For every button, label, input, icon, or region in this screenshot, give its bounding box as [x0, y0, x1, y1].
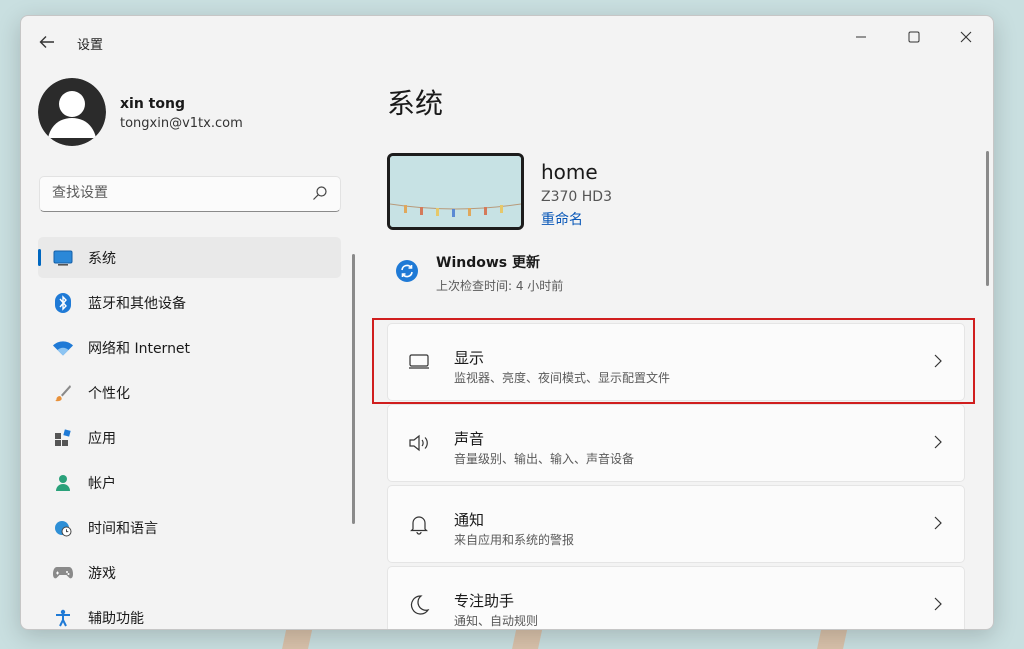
sidebar-item-apps[interactable]: 应用 [38, 417, 341, 458]
sidebar-item-network[interactable]: 网络和 Internet [38, 327, 341, 368]
sidebar-item-system[interactable]: 系统 [38, 237, 341, 278]
device-name: home [541, 160, 598, 184]
user-email: tongxin@v1tx.com [120, 116, 243, 131]
card-title: 专注助手 [454, 592, 515, 610]
bluetooth-icon [53, 292, 73, 313]
system-display-icon [53, 248, 73, 268]
maximize-button[interactable] [899, 22, 929, 52]
wallpaper-preview-image [390, 156, 521, 227]
settings-card-sound[interactable]: 声音 音量级别、输出、输入、声音设备 [387, 404, 965, 482]
settings-window: 设置 xin tong tongxin@v1tx.com 查找设置 系统 蓝牙和… [20, 15, 994, 630]
settings-card-display[interactable]: 显示 监视器、亮度、夜间模式、显示配置文件 [387, 323, 965, 401]
minimize-icon [856, 36, 866, 38]
windows-update-icon[interactable] [396, 260, 418, 282]
sidebar-nav: 系统 蓝牙和其他设备 网络和 Internet 个性化 应用 帐户 时间和语言 … [38, 237, 341, 629]
sidebar-scrollbar[interactable] [352, 254, 355, 524]
sidebar-item-accounts[interactable]: 帐户 [38, 462, 341, 503]
sidebar-item-label: 游戏 [88, 565, 116, 582]
sidebar-item-label: 时间和语言 [88, 520, 158, 537]
sidebar-item-label: 蓝牙和其他设备 [88, 295, 186, 312]
accessibility-icon [53, 608, 73, 628]
globe-clock-icon [53, 518, 73, 538]
account-icon [53, 473, 73, 493]
speaker-icon [409, 434, 428, 452]
sidebar-item-label: 应用 [88, 430, 116, 447]
sidebar-item-label: 个性化 [88, 385, 130, 402]
avatar [38, 78, 106, 146]
back-arrow-icon [39, 36, 54, 48]
search-icon [313, 186, 327, 200]
windows-update-status: 上次检查时间: 4 小时前 [436, 279, 564, 293]
minimize-button[interactable] [846, 22, 876, 52]
user-name: xin tong [120, 96, 185, 112]
app-title: 设置 [77, 38, 104, 53]
wifi-icon [53, 338, 73, 358]
device-model: Z370 HD3 [541, 189, 612, 205]
chevron-right-icon [934, 435, 942, 449]
sidebar-item-label: 网络和 Internet [88, 340, 191, 357]
sidebar-item-gaming[interactable]: 游戏 [38, 552, 341, 593]
windows-update-title[interactable]: Windows 更新 [436, 252, 540, 272]
search-box [39, 176, 341, 212]
card-title: 通知 [454, 511, 485, 529]
maximize-icon [908, 31, 920, 43]
card-title: 声音 [454, 430, 485, 448]
card-subtitle: 来自应用和系统的警报 [454, 533, 575, 547]
card-subtitle: 通知、自动规则 [454, 614, 539, 628]
device-wallpaper-thumbnail[interactable] [387, 153, 524, 230]
sidebar-item-label: 系统 [88, 250, 116, 267]
rename-link[interactable]: 重命名 [541, 209, 583, 229]
sidebar-item-personalization[interactable]: 个性化 [38, 372, 341, 413]
sidebar-item-label: 辅助功能 [88, 610, 144, 627]
page-title: 系统 [387, 87, 444, 120]
bell-icon [410, 516, 428, 535]
settings-card-focus-assist[interactable]: 专注助手 通知、自动规则 [387, 566, 965, 629]
title-bar: 设置 [21, 16, 993, 56]
card-subtitle: 音量级别、输出、输入、声音设备 [454, 452, 635, 466]
monitor-icon [409, 354, 429, 369]
close-button[interactable] [951, 22, 981, 52]
sidebar-item-bluetooth[interactable]: 蓝牙和其他设备 [38, 282, 341, 323]
card-subtitle: 监视器、亮度、夜间模式、显示配置文件 [454, 371, 671, 385]
sidebar-item-accessibility[interactable]: 辅助功能 [38, 597, 341, 629]
search-button[interactable] [312, 185, 330, 203]
default-user-icon [38, 78, 106, 146]
settings-card-notifications[interactable]: 通知 来自应用和系统的警报 [387, 485, 965, 563]
chevron-right-icon [934, 354, 942, 368]
sidebar-item-time-language[interactable]: 时间和语言 [38, 507, 341, 548]
gamepad-icon [53, 563, 73, 583]
back-button[interactable] [33, 28, 61, 56]
search-input[interactable] [40, 177, 314, 209]
sidebar-item-label: 帐户 [88, 475, 116, 492]
close-icon [960, 31, 972, 43]
card-title: 显示 [454, 349, 485, 367]
chevron-right-icon [934, 516, 942, 530]
brush-icon [53, 383, 73, 403]
apps-icon [53, 428, 73, 448]
moon-icon [410, 595, 430, 615]
content-scrollbar[interactable] [986, 151, 989, 286]
chevron-right-icon [934, 597, 942, 611]
